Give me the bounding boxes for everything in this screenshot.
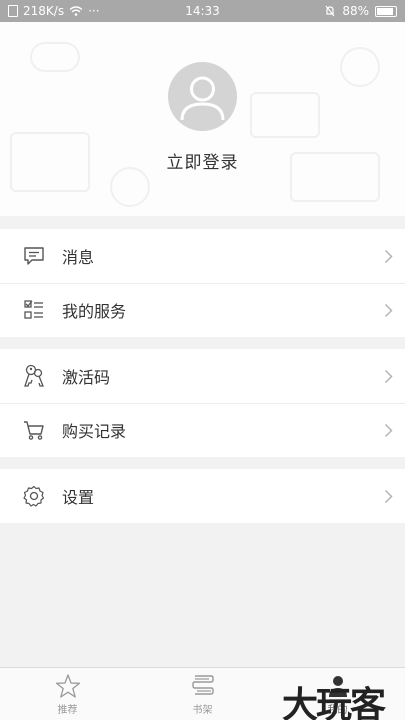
menu-item-label: 购买记录 <box>62 422 127 441</box>
background-doodle <box>30 42 80 72</box>
chevron-right-icon <box>371 369 405 384</box>
background-doodle <box>340 47 380 87</box>
menu-group-2: 激活码 购买记录 <box>0 349 405 457</box>
avatar[interactable] <box>168 62 237 131</box>
menu-item-settings[interactable]: 设置 <box>0 469 405 523</box>
key-icon <box>22 364 46 388</box>
menu-item-my-services[interactable]: 我的服务 <box>0 283 405 337</box>
status-time: 14:33 <box>185 4 220 18</box>
menu-item-purchase-history[interactable]: 购买记录 <box>0 403 405 457</box>
wifi-icon <box>69 6 83 16</box>
bookshelf-icon <box>191 675 214 695</box>
battery-percent: 88% <box>342 4 369 18</box>
background-doodle <box>250 92 320 138</box>
nav-tab-bookshelf[interactable]: 书架 <box>135 668 270 720</box>
chevron-right-icon <box>371 423 405 438</box>
gear-icon <box>22 484 46 508</box>
menu-item-label: 设置 <box>62 488 95 507</box>
sim-card-icon <box>8 5 18 17</box>
more-indicator: ··· <box>88 4 100 18</box>
background-doodle <box>110 167 150 207</box>
mute-bell-icon <box>325 5 335 17</box>
service-list-icon <box>22 298 46 322</box>
menu-item-messages[interactable]: 消息 <box>0 229 405 283</box>
menu-group-3: 设置 <box>0 469 405 523</box>
nav-tab-label: 书架 <box>192 705 213 716</box>
menu-item-label: 激活码 <box>62 368 111 387</box>
watermark-logo: 大玩客 <box>282 684 386 720</box>
star-icon <box>55 674 80 698</box>
network-speed: 218K/s <box>23 4 65 18</box>
login-button[interactable]: 立即登录 <box>0 148 405 173</box>
nav-tab-recommend[interactable]: 推荐 <box>0 668 135 720</box>
chevron-right-icon <box>371 249 405 264</box>
battery-icon <box>375 5 397 17</box>
status-bar: 218K/s ··· 14:33 88% <box>0 0 405 22</box>
chevron-right-icon <box>371 489 405 504</box>
menu-item-label: 消息 <box>62 248 95 267</box>
default-user-icon <box>180 76 225 121</box>
menu-group-1: 消息 我的服务 <box>0 229 405 337</box>
message-icon <box>22 244 46 268</box>
menu-item-label: 我的服务 <box>62 302 127 321</box>
cart-icon <box>22 418 46 442</box>
chevron-right-icon <box>371 303 405 318</box>
nav-tab-label: 推荐 <box>57 705 78 716</box>
profile-header: 立即登录 <box>0 22 405 216</box>
menu-item-activation-code[interactable]: 激活码 <box>0 349 405 403</box>
